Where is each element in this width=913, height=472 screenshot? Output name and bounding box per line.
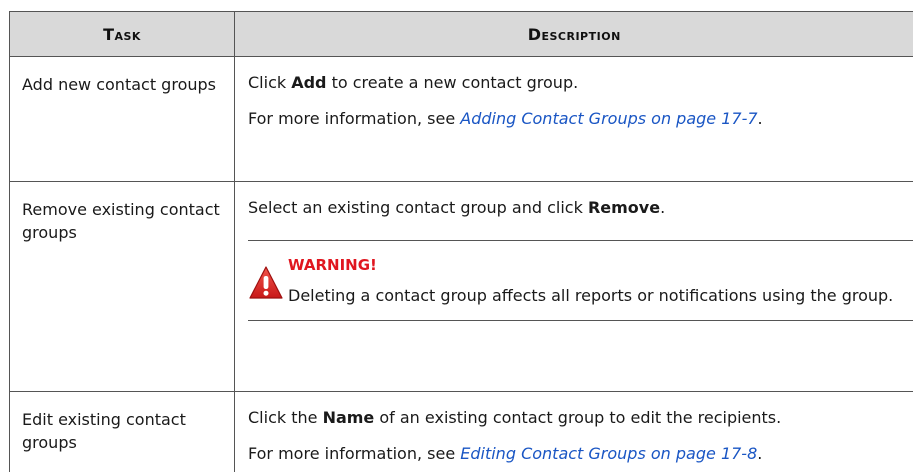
text-run: Click the	[248, 408, 323, 427]
text-run: .	[758, 109, 763, 128]
description-text: Click Add to create a new contact group.	[248, 71, 913, 94]
description-text: Select an existing contact group and cli…	[248, 196, 913, 219]
text-run: Click	[248, 73, 291, 92]
bold-term: Add	[291, 73, 326, 92]
bold-term: Remove	[588, 198, 660, 217]
column-header-description: Description	[235, 12, 913, 57]
warning-callout: WARNING! Deleting a contact group affect…	[248, 240, 913, 321]
table-header-row: Task Description	[10, 12, 913, 57]
text-run: For more information, see	[248, 444, 460, 463]
text-run: .	[757, 444, 762, 463]
table-row: Add new contact groups Click Add to crea…	[10, 57, 913, 182]
text-run: Select an existing contact group and cli…	[248, 198, 588, 217]
table-row: Edit existing contact groups Click the N…	[10, 392, 913, 472]
text-run: to create a new contact group.	[327, 73, 579, 92]
task-cell: Add new contact groups	[10, 57, 235, 182]
adding-contact-groups-link[interactable]: Adding Contact Groups on page 17-7	[460, 109, 757, 128]
text-run: .	[660, 198, 665, 217]
description-cell: Click Add to create a new contact group.…	[235, 57, 913, 182]
column-header-task: Task	[10, 12, 235, 57]
bold-term: Name	[323, 408, 375, 427]
editing-contact-groups-link[interactable]: Editing Contact Groups on page 17-8	[460, 444, 757, 463]
more-info-text: For more information, see Editing Contac…	[248, 442, 913, 465]
warning-body: Deleting a contact group affects all rep…	[288, 281, 913, 310]
warning-triangle-icon	[248, 265, 284, 301]
description-text: Click the Name of an existing contact gr…	[248, 406, 913, 429]
table-row: Remove existing contact groups Select an…	[10, 182, 913, 392]
warning-title: WARNING!	[288, 255, 913, 275]
description-cell: Select an existing contact group and cli…	[235, 182, 913, 392]
task-cell: Remove existing contact groups	[10, 182, 235, 392]
task-cell: Edit existing contact groups	[10, 392, 235, 472]
task-description-table: Task Description Add new contact groups …	[9, 11, 913, 472]
more-info-text: For more information, see Adding Contact…	[248, 107, 913, 130]
description-cell: Click the Name of an existing contact gr…	[235, 392, 913, 472]
text-run: of an existing contact group to edit the…	[374, 408, 781, 427]
text-run: For more information, see	[248, 109, 460, 128]
